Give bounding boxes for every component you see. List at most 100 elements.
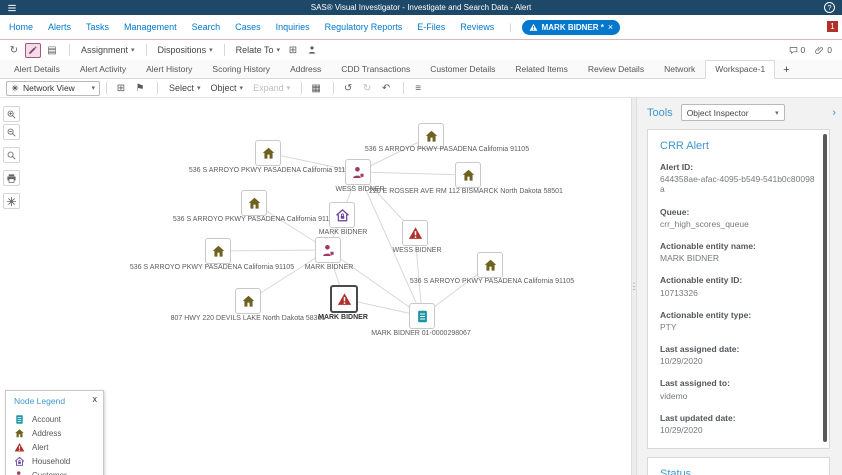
node-label: 807 HWY 220 DEVILS LAKE North Dakota 583… (170, 315, 326, 322)
redo-icon[interactable]: ↻ (359, 81, 375, 96)
close-icon[interactable]: x (93, 394, 98, 404)
zoom-fit-icon[interactable] (3, 147, 20, 163)
expand-dropdown[interactable]: Expand ▾ (253, 83, 290, 93)
node-alert-selected[interactable] (330, 285, 358, 313)
layout-grid-icon[interactable]: ▦ (308, 81, 324, 96)
nav-item-reviews[interactable]: Reviews (460, 22, 494, 32)
tab-review-details[interactable]: Review Details (578, 60, 654, 79)
card-status: StatusScore: (647, 457, 830, 475)
zoom-in-icon[interactable] (3, 106, 20, 122)
field-queue-: Queue: crr_high_scores_queue (660, 207, 817, 229)
tab-related-items[interactable]: Related Items (505, 60, 577, 79)
tab-alert-details[interactable]: Alert Details (4, 60, 70, 79)
tab-scoring-history[interactable]: Scoring History (202, 60, 280, 79)
refresh-icon[interactable]: ↻ (6, 43, 22, 58)
nav-item-alerts[interactable]: Alerts (48, 22, 71, 32)
collapse-panel-icon[interactable]: › (832, 107, 836, 119)
layout-icon[interactable] (3, 193, 20, 209)
divider (145, 44, 147, 56)
account-icon (14, 414, 25, 425)
assignment-dropdown[interactable]: Assignment ▾ (81, 45, 135, 55)
main-nav: Home Alerts Tasks Management Search Cases Inqu… (0, 15, 842, 40)
add-to-workspace-icon[interactable]: ⊞ (285, 43, 301, 58)
tab-items: Alert Details Alert Activity Alert History… (4, 59, 776, 79)
node-customer[interactable] (315, 237, 341, 263)
open-alert-pill[interactable]: MARK BIDNER * × (521, 19, 621, 35)
node-address[interactable] (235, 288, 261, 314)
field-value: crr_high_scores_queue (660, 218, 749, 229)
tab-workspace-1[interactable]: Workspace-1 (705, 60, 776, 79)
main-area: Node Legend x Account Address Alert Househo… (0, 98, 842, 475)
legend-label: Alert (32, 442, 49, 452)
relate-to-dropdown[interactable]: Relate To ▾ (236, 45, 280, 55)
flag-icon[interactable]: ⚑ (132, 81, 148, 96)
field-actionable-entity-name-: Actionable entity name: MARK BIDNER (660, 241, 817, 263)
chevron-down-icon: ▾ (286, 85, 291, 92)
network-canvas[interactable]: Node Legend x Account Address Alert Househo… (0, 98, 631, 475)
nav-item-home[interactable]: Home (9, 22, 33, 32)
tool-selector[interactable]: Object Inspector ▾ (680, 104, 785, 121)
legend-item-address: Address (14, 426, 95, 440)
node-address[interactable] (241, 190, 267, 216)
select-dropdown[interactable]: Select ▾ (169, 83, 201, 93)
attachments-button[interactable]: 0 (815, 45, 832, 55)
chevron-down-icon: ▾ (775, 109, 779, 117)
tab-alert-activity[interactable]: Alert Activity (70, 60, 136, 79)
node-alert[interactable] (402, 220, 428, 246)
close-icon[interactable]: × (608, 22, 613, 32)
nav-item-management[interactable]: Management (124, 22, 177, 32)
help-icon[interactable]: ? (824, 2, 835, 13)
print-icon[interactable] (3, 170, 20, 186)
add-tab-button[interactable]: + (775, 64, 797, 78)
field-label: Alert ID: (660, 162, 694, 172)
nav-items: Home Alerts Tasks Management Search Cases Inqu… (9, 22, 509, 32)
scrollbar-thumb[interactable] (823, 134, 827, 442)
nav-item-cases[interactable]: Cases (235, 22, 261, 32)
reset-layout-icon[interactable]: ↶ (378, 81, 394, 96)
node-label: WESS BIDNER (392, 247, 442, 254)
legend-label: Household (32, 456, 71, 466)
inspector-cards: CRR Alert Alert ID: 644358ae-afac-4095-b54… (637, 129, 842, 475)
node-label: MARK BIDNER (304, 264, 354, 271)
object-label: Object (210, 83, 237, 93)
comments-button[interactable]: 0 (789, 45, 805, 55)
node-address[interactable] (455, 162, 481, 188)
nav-item-search[interactable]: Search (192, 22, 221, 32)
field-last-updated-date-: Last updated date: 10/29/2020 (660, 413, 817, 435)
notification-badge[interactable]: 1 (827, 21, 838, 32)
node-label: 536 S ARROYO PKWY PASADENA California 91… (129, 264, 295, 271)
alert-icon (14, 442, 25, 453)
node-customer[interactable] (345, 159, 371, 185)
nav-item-e-files[interactable]: E-Files (417, 22, 445, 32)
node-label: 536 S ARROYO PKWY PASADENA California 91… (188, 167, 354, 174)
dispositions-dropdown[interactable]: Dispositions ▾ (158, 45, 213, 55)
nav-item-inquiries[interactable]: Inquiries (276, 22, 310, 32)
object-dropdown[interactable]: Object ▾ (211, 83, 244, 93)
zoom-out-icon[interactable] (3, 124, 20, 140)
node-address[interactable] (477, 252, 503, 278)
note-icon[interactable]: ▤ (44, 43, 60, 58)
legend-label: Account (32, 414, 61, 424)
tab-customer-details[interactable]: Customer Details (420, 60, 505, 79)
undo-icon[interactable]: ↺ (340, 81, 356, 96)
tab-alert-history[interactable]: Alert History (136, 60, 202, 79)
node-address[interactable] (205, 238, 231, 264)
node-legend-title: Node Legend (14, 396, 66, 406)
view-selector[interactable]: Network View ▾ (6, 80, 100, 96)
node-household[interactable] (329, 202, 355, 228)
node-address[interactable] (255, 140, 281, 166)
person-icon[interactable] (304, 43, 320, 58)
alert-icon (529, 23, 538, 32)
edit-icon[interactable] (25, 42, 41, 58)
node-account[interactable] (409, 303, 435, 329)
nav-item-tasks[interactable]: Tasks (86, 22, 109, 32)
nav-item-regulatory-reports[interactable]: Regulatory Reports (325, 22, 403, 32)
app-menu-icon[interactable] (7, 3, 17, 13)
add-window-icon[interactable]: ⊞ (113, 81, 129, 96)
tab-address[interactable]: Address (280, 60, 331, 79)
tab-network[interactable]: Network (654, 60, 705, 79)
field-label: Last updated date: (660, 412, 736, 423)
tab-cdd-transactions[interactable]: CDD Transactions (331, 60, 420, 79)
overview-list-icon[interactable]: ≡ (410, 81, 426, 96)
action-toolbar: ↻ ▤ Assignment ▾ Dispositions ▾ Relate T… (0, 40, 842, 60)
